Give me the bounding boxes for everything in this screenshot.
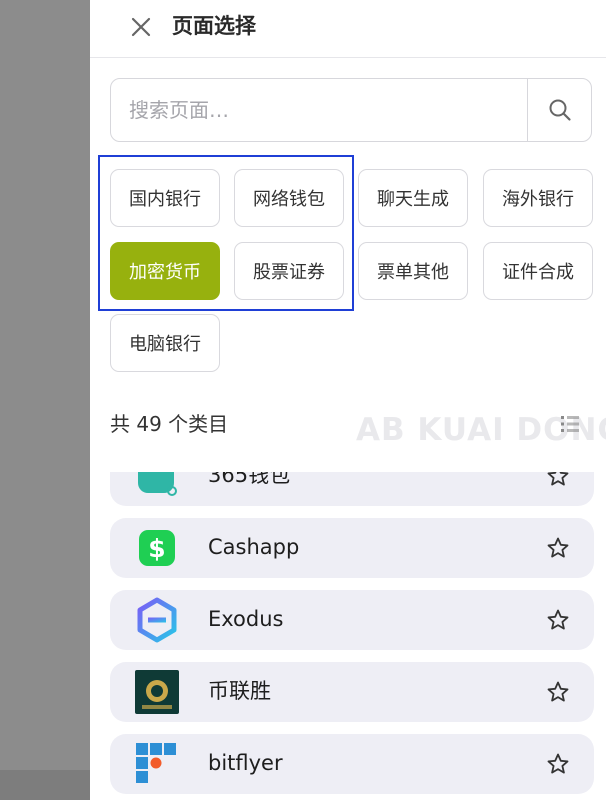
item-list[interactable]: 365钱包 $ Cashapp Exodus 币联胜 bitflyer [90,472,606,800]
search-box [110,78,592,142]
category-chip-id-composite[interactable]: 证件合成 [483,242,593,300]
list-item[interactable]: 365钱包 [110,472,594,506]
panel-title: 页面选择 [172,14,256,38]
page-picker-panel: 页面选择 国内银行 网络钱包 聊天生成 海外银行 加密货币 股票证券 票单其他 … [90,0,606,800]
list-item[interactable]: bitflyer [110,734,594,794]
search-button[interactable] [527,79,591,141]
category-chip-overseas-bank[interactable]: 海外银行 [483,169,593,227]
close-icon [131,17,151,37]
category-chip-domestic-bank[interactable]: 国内银行 [110,169,220,227]
category-count: 共 49 个类目 [110,412,229,436]
category-chip-pc-bank[interactable]: 电脑银行 [110,314,220,372]
panel-header: 页面选择 [90,0,606,58]
star-icon[interactable] [546,608,570,632]
list-item[interactable]: $ Cashapp [110,518,594,578]
svg-text:$: $ [148,534,165,563]
list-item[interactable]: 币联胜 [110,662,594,722]
item-name: 币联胜 [208,679,271,703]
category-chip-crypto[interactable]: 加密货币 [110,242,220,300]
modal-backdrop[interactable] [0,0,90,800]
category-chip-tickets-other[interactable]: 票单其他 [358,242,468,300]
star-icon[interactable] [546,680,570,704]
category-chip-stocks[interactable]: 股票证券 [234,242,344,300]
bilian-icon [135,670,179,714]
cashapp-icon: $ [139,530,175,566]
item-name: bitflyer [208,751,283,775]
search-input[interactable] [111,79,528,141]
grid-dots-icon [561,416,579,432]
category-chip-chat-generator[interactable]: 聊天生成 [358,169,468,227]
bitflyer-icon [136,743,176,783]
category-chip-online-wallet[interactable]: 网络钱包 [234,169,344,227]
list-item[interactable]: Exodus [110,590,594,650]
star-icon[interactable] [546,472,570,488]
view-toggle-button[interactable] [558,412,582,436]
365-wallet-icon [138,472,177,496]
star-icon[interactable] [546,536,570,560]
backdrop-shade [0,770,90,800]
close-button[interactable] [128,14,154,40]
item-name: Exodus [208,607,284,631]
item-name: Cashapp [208,535,300,559]
search-icon [549,99,571,121]
exodus-icon [137,597,177,643]
star-icon[interactable] [546,752,570,776]
item-name: 365钱包 [208,472,291,487]
